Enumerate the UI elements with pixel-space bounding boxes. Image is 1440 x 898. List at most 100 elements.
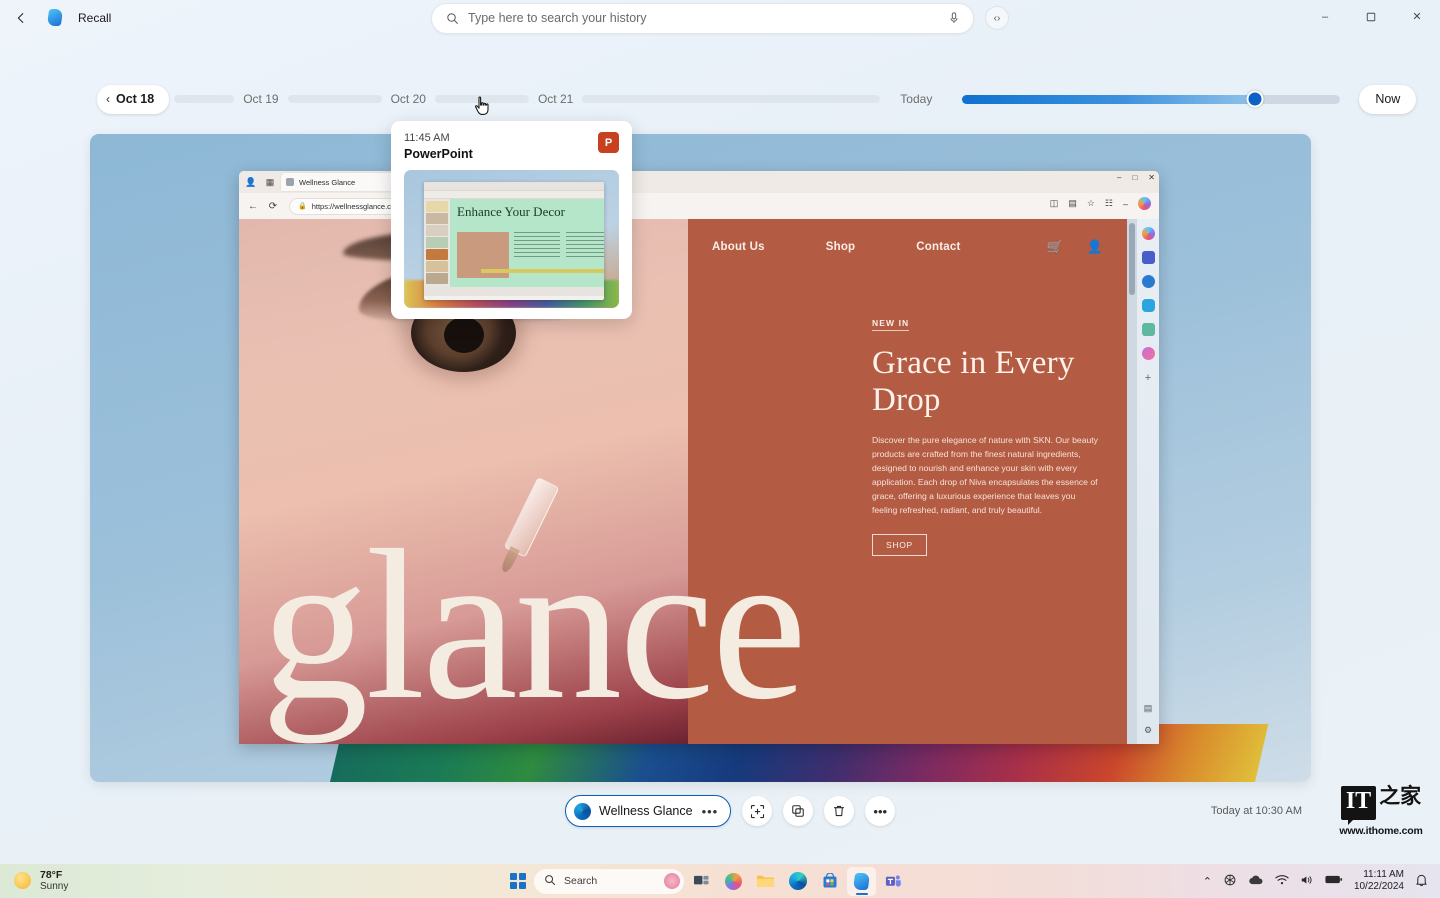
minimize-button[interactable]: – — [1302, 0, 1348, 33]
split-screen-icon[interactable]: ◫ — [1050, 198, 1059, 209]
teams-icon — [885, 873, 902, 889]
taskbar-recall[interactable] — [847, 867, 876, 896]
user-account-icon[interactable]: 👤 — [1087, 239, 1103, 255]
search-box[interactable] — [431, 3, 974, 34]
sidebar-settings-icon[interactable]: ⚙ — [1142, 724, 1155, 737]
hero-paragraph: Discover the pure elegance of nature wit… — [872, 434, 1102, 518]
delete-button[interactable] — [824, 796, 854, 826]
snapshot-canvas[interactable]: 👤 ▦ Wellness Glance ✕ – □ ✕ ← ⟳ 🔒 https:… — [90, 134, 1311, 782]
search-input[interactable] — [468, 11, 945, 25]
timeline-track-segment[interactable] — [288, 95, 382, 103]
browser-close[interactable]: ✕ — [1148, 173, 1155, 182]
app-chip-more-icon[interactable]: ••• — [702, 804, 719, 819]
more-options-button[interactable]: ••• — [865, 796, 895, 826]
refresh-icon[interactable]: ⟳ — [265, 198, 281, 214]
click-to-do-icon — [750, 804, 765, 819]
hero-eyebrow: NEW IN — [872, 318, 909, 331]
taskbar-clock[interactable]: 11:11 AM 10/22/2024 — [1354, 869, 1404, 893]
app-filter-chip[interactable]: Wellness Glance ••• — [565, 795, 731, 827]
reading-view-icon[interactable]: ▤ — [1068, 198, 1077, 209]
sidebar-toggle-icon[interactable]: ▤ — [1142, 702, 1155, 715]
taskbar-task-view[interactable] — [687, 867, 716, 896]
dropper-glass — [504, 477, 560, 558]
taskbar-copilot[interactable] — [719, 867, 748, 896]
timeline-current-day[interactable]: ‹ Oct 18 — [97, 85, 169, 114]
taskbar-file-explorer[interactable] — [751, 867, 780, 896]
browser-maximize[interactable]: □ — [1132, 173, 1137, 182]
site-content-pane: About Us Shop Contact 🛒 👤 NEW IN Grace i… — [688, 219, 1127, 744]
store-icon — [822, 873, 838, 889]
browser-window-controls: – □ ✕ — [1117, 173, 1155, 182]
click-to-do-button[interactable] — [742, 796, 772, 826]
shopping-icon[interactable] — [1142, 323, 1155, 336]
maximize-button[interactable] — [1348, 0, 1394, 33]
page-scrollbar[interactable] — [1127, 219, 1137, 744]
cloud-icon[interactable] — [1248, 874, 1264, 889]
recall-icon — [853, 873, 870, 890]
more-icon[interactable]: – — [1123, 199, 1128, 209]
eye-pupil — [444, 317, 484, 353]
code-brackets-icon[interactable]: ‹› — [985, 6, 1009, 30]
onedrive-sync-icon[interactable] — [1223, 873, 1237, 890]
timeline-day-oct20[interactable]: Oct 20 — [391, 92, 426, 106]
favorites-icon[interactable]: ☆ — [1087, 198, 1095, 209]
watermark-cn: 之家 — [1379, 786, 1421, 808]
time-slider[interactable] — [962, 95, 1340, 104]
close-button[interactable]: ✕ — [1394, 0, 1440, 33]
timeline-day-oct19[interactable]: Oct 19 — [243, 92, 278, 106]
taskbar-weather-widget[interactable]: 78°F Sunny — [14, 869, 68, 893]
preview-slide-text-left — [514, 232, 560, 260]
snapshot-preview-card[interactable]: 11:45 AM PowerPoint P Enhance Your Decor — [391, 121, 632, 319]
nav-link-about-us[interactable]: About Us — [712, 241, 765, 253]
nav-link-shop[interactable]: Shop — [826, 241, 856, 253]
skype-icon[interactable] — [1142, 299, 1155, 312]
app-title: Recall — [78, 11, 111, 25]
copilot-icon[interactable] — [1138, 197, 1151, 210]
snapshot-actions: Wellness Glance ••• ••• — [565, 795, 895, 827]
preview-slide-text-right — [566, 232, 604, 260]
settings-icon[interactable] — [1142, 275, 1155, 288]
browser-minimize[interactable]: – — [1117, 173, 1121, 182]
copilot-icon[interactable] — [1142, 227, 1155, 240]
microphone-icon[interactable] — [945, 9, 963, 27]
time-slider-knob[interactable] — [1247, 91, 1264, 108]
profile-icon[interactable]: 👤 — [243, 175, 259, 189]
add-icon[interactable]: + — [1142, 371, 1155, 384]
nav-link-contact[interactable]: Contact — [916, 241, 960, 253]
tab-list-icon[interactable]: ▦ — [262, 175, 278, 189]
browser-url-text: https://wellnessglance.com — [312, 202, 402, 211]
window-controls: – ✕ — [1302, 0, 1440, 33]
taskbar-search[interactable]: Search — [534, 869, 684, 894]
hero-shop-button[interactable]: SHOP — [872, 534, 927, 556]
timeline-track-segment[interactable] — [435, 95, 529, 103]
preview-slide-rail — [424, 199, 450, 287]
bing-icon[interactable] — [1142, 251, 1155, 264]
taskbar-teams[interactable] — [879, 867, 908, 896]
search-icon — [544, 874, 556, 889]
taskbar-store[interactable] — [815, 867, 844, 896]
preview-slide-title: Enhance Your Decor — [457, 205, 599, 219]
current-day-label: Oct 18 — [116, 92, 154, 106]
timeline-track-segment[interactable] — [174, 95, 234, 103]
shopping-cart-icon[interactable]: 🛒 — [1047, 239, 1063, 255]
back-arrow-icon[interactable]: ← — [245, 198, 261, 214]
now-button[interactable]: Now — [1359, 85, 1416, 114]
wifi-icon[interactable] — [1275, 874, 1289, 889]
collections-icon[interactable]: ☷ — [1105, 198, 1113, 209]
taskbar-center: Search — [505, 867, 908, 896]
preview-time: 11:45 AM — [404, 132, 620, 144]
tray-chevron-up-icon[interactable]: ⌃ — [1203, 875, 1212, 888]
copy-button[interactable] — [783, 796, 813, 826]
taskbar-edge[interactable] — [783, 867, 812, 896]
back-button[interactable] — [6, 3, 36, 33]
volume-icon[interactable] — [1300, 874, 1314, 889]
bell-icon[interactable] — [1415, 873, 1428, 890]
start-button[interactable] — [505, 868, 531, 894]
games-icon[interactable] — [1142, 347, 1155, 360]
hero-heading: Grace in Every Drop — [872, 345, 1127, 419]
timeline-today-label[interactable]: Today — [900, 92, 932, 106]
timeline-day-oct21[interactable]: Oct 21 — [538, 92, 573, 106]
timeline-track-segment[interactable] — [582, 95, 880, 103]
battery-icon[interactable] — [1325, 874, 1343, 888]
scrollbar-thumb[interactable] — [1129, 223, 1135, 295]
